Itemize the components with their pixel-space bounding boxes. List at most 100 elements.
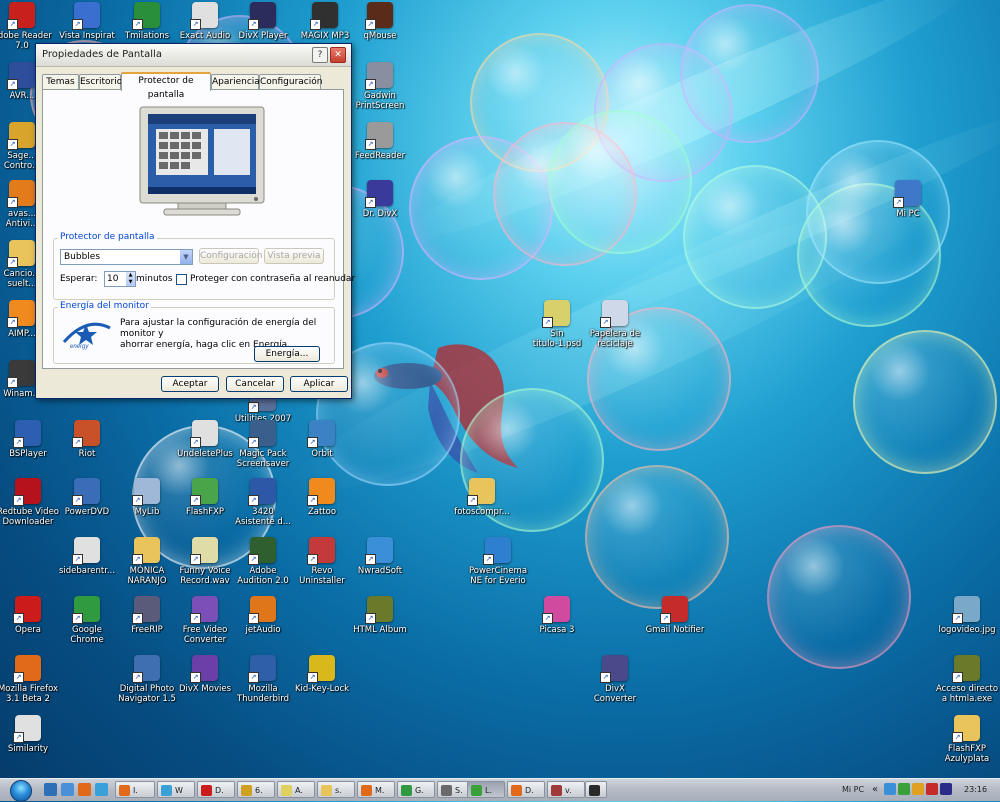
network-tray-icon[interactable]	[884, 783, 896, 795]
desktop-icon[interactable]: ↗ Orbit	[280, 420, 364, 459]
desktop-icon[interactable]: ↗ FlashFXP Azulyplata	[925, 715, 1000, 764]
shortcut-arrow-icon: ↗	[13, 437, 24, 448]
messenger-icon	[161, 785, 172, 796]
desktop-icon[interactable]: ↗ fotoscompr...	[440, 478, 524, 517]
taskbar-button-label: W	[175, 786, 183, 795]
messenger-tray-icon[interactable]	[898, 783, 910, 795]
desktop-icon[interactable]: ↗ NwradSoft	[338, 537, 422, 576]
desktop-icon[interactable]: ↗ Zattoo	[280, 478, 364, 517]
taskbar-button[interactable]: 6.	[237, 781, 275, 798]
shortcut-arrow-icon: ↗	[72, 554, 83, 565]
bubble-decoration	[680, 4, 819, 143]
taskbar-button[interactable]: D.	[197, 781, 235, 798]
taskbar-button[interactable]: D.	[507, 781, 545, 798]
password-checkbox[interactable]	[176, 274, 187, 285]
apply-button[interactable]: Aplicar	[290, 376, 348, 392]
antivirus-tray-icon[interactable]	[912, 783, 924, 795]
desktop-icon[interactable]: ↗ qMouse	[338, 2, 422, 41]
shortcut-arrow-icon: ↗	[952, 613, 963, 624]
screensaver-select[interactable]: Bubbles ▼	[60, 249, 193, 265]
shortcut-arrow-icon: ↗	[132, 554, 143, 565]
shortcut-arrow-icon: ↗	[542, 613, 553, 624]
taskbar-button[interactable]	[585, 781, 607, 798]
similarity-icon: ↗	[13, 715, 41, 743]
switch-windows-icon[interactable]	[61, 783, 74, 796]
taskbar-button[interactable]: M.	[357, 781, 395, 798]
terminal-icon	[589, 785, 600, 796]
tab-apariencia[interactable]: Apariencia	[211, 74, 260, 89]
desktop-icon[interactable]: ↗ Picasa 3	[515, 596, 599, 635]
shortcut-arrow-icon: ↗	[132, 495, 143, 506]
messenger-quicklaunch-icon[interactable]	[95, 783, 108, 796]
adobe-reader-icon: ↗	[7, 2, 35, 30]
taskbar-button[interactable]: G.	[397, 781, 435, 798]
help-button[interactable]: ?	[312, 47, 328, 63]
taskbar-button[interactable]: I.	[115, 781, 155, 798]
desktop-icon[interactable]: ↗ logovideo.jpg	[925, 596, 1000, 635]
chevron-left-icon[interactable]: «	[872, 781, 878, 798]
desktop-icon[interactable]: ↗ Acceso directo a htmla.exe	[925, 655, 1000, 704]
recycle-bin-icon: ↗	[600, 300, 628, 328]
energy-button[interactable]: Energía...	[254, 346, 320, 362]
taskbar-button[interactable]: W	[157, 781, 195, 798]
redtube-icon: ↗	[13, 478, 41, 506]
screensaver-preview-button[interactable]: Vista previa	[264, 248, 324, 264]
start-button[interactable]	[2, 779, 38, 802]
desktop-icon[interactable]: ↗ Mi PC	[866, 180, 950, 219]
tab-temas[interactable]: Temas	[42, 74, 79, 89]
tab-escritorio[interactable]: Escritorio	[79, 74, 122, 89]
clock[interactable]: 23:16	[964, 781, 987, 798]
opera-icon	[201, 785, 212, 796]
dialog-titlebar[interactable]: Propiedades de Pantalla ? ✕	[36, 44, 351, 67]
screensaver-config-button[interactable]: Configuración	[199, 248, 262, 264]
close-button[interactable]: ✕	[330, 47, 346, 63]
riot-icon: ↗	[72, 420, 100, 448]
desktop-icon[interactable]: ↗ PowerCinema NE for Everio	[456, 537, 540, 586]
desktop-icon[interactable]: ↗ Similarity	[0, 715, 70, 754]
show-desktop-icon[interactable]	[44, 783, 57, 796]
opera-icon: ↗	[13, 596, 41, 624]
stepper-arrows-icon[interactable]: ▲ ▼	[126, 272, 135, 286]
shortcut-arrow-icon: ↗	[7, 257, 18, 268]
desktop-icon[interactable]: ↗ Papelera de reciclaje	[573, 300, 657, 349]
desktop-icon[interactable]: ↗ DivX Converter	[573, 655, 657, 704]
shortcut-arrow-icon: ↗	[190, 554, 201, 565]
folder-icon: ↗	[952, 715, 980, 743]
desktop-icon[interactable]: ↗ Gmail Notifier	[633, 596, 717, 635]
taskbar-button[interactable]: L.	[467, 781, 505, 798]
shortcut-arrow-icon: ↗	[248, 672, 259, 683]
shortcut-arrow-icon: ↗	[893, 197, 904, 208]
tab-protector-de-pantalla[interactable]: Protector de pantalla	[121, 72, 211, 100]
tab-configuracion[interactable]: Configuración	[259, 74, 322, 89]
desktop-icon[interactable]: ↗ jetAudio	[221, 596, 305, 635]
magic-pack-icon: ↗	[248, 420, 276, 448]
jpg-file-icon: ↗	[952, 596, 980, 624]
firefox-quicklaunch-icon[interactable]	[78, 783, 91, 796]
wait-label: Esperar:	[60, 274, 98, 284]
accept-button[interactable]: Aceptar	[161, 376, 219, 392]
taskbar-button-label: G.	[415, 786, 424, 795]
flashfxp-icon: ↗	[190, 478, 218, 506]
qmouse-icon: ↗	[365, 2, 393, 30]
taskbar-button[interactable]: A.	[277, 781, 315, 798]
chevron-down-icon[interactable]: ▼	[180, 250, 192, 264]
flash-tray-icon[interactable]	[926, 783, 938, 795]
desktop-icon[interactable]: ↗ HTML Album	[338, 596, 422, 635]
undeleteplus-icon: ↗	[190, 420, 218, 448]
desktop-icon-label: Mi PC	[896, 209, 920, 219]
shortcut-arrow-icon: ↗	[365, 139, 376, 150]
desktop-icon[interactable]: ↗ Riot	[45, 420, 129, 459]
desktop-icon[interactable]: ↗ Kid-Key-Lock	[280, 655, 364, 694]
wait-minutes-stepper[interactable]: 10 ▲ ▼	[104, 271, 136, 287]
desktop-icon-label: PowerCinema NE for Everio	[468, 566, 528, 586]
cancel-button[interactable]: Cancelar	[226, 376, 284, 392]
shortcut-arrow-icon: ↗	[307, 672, 318, 683]
volume-tray-icon[interactable]	[940, 783, 952, 795]
digital-photo-icon: ↗	[132, 655, 160, 683]
desktop-icon[interactable]: ↗ Mozilla Firefox 3.1 Beta 2	[0, 655, 70, 704]
divx-movies-icon: ↗	[190, 655, 218, 683]
taskbar-button[interactable]: v.	[547, 781, 585, 798]
powerdvd-icon: ↗	[72, 478, 100, 506]
mi-pc-toolbar-label[interactable]: Mi PC	[842, 781, 864, 798]
taskbar-button[interactable]: s.	[317, 781, 355, 798]
